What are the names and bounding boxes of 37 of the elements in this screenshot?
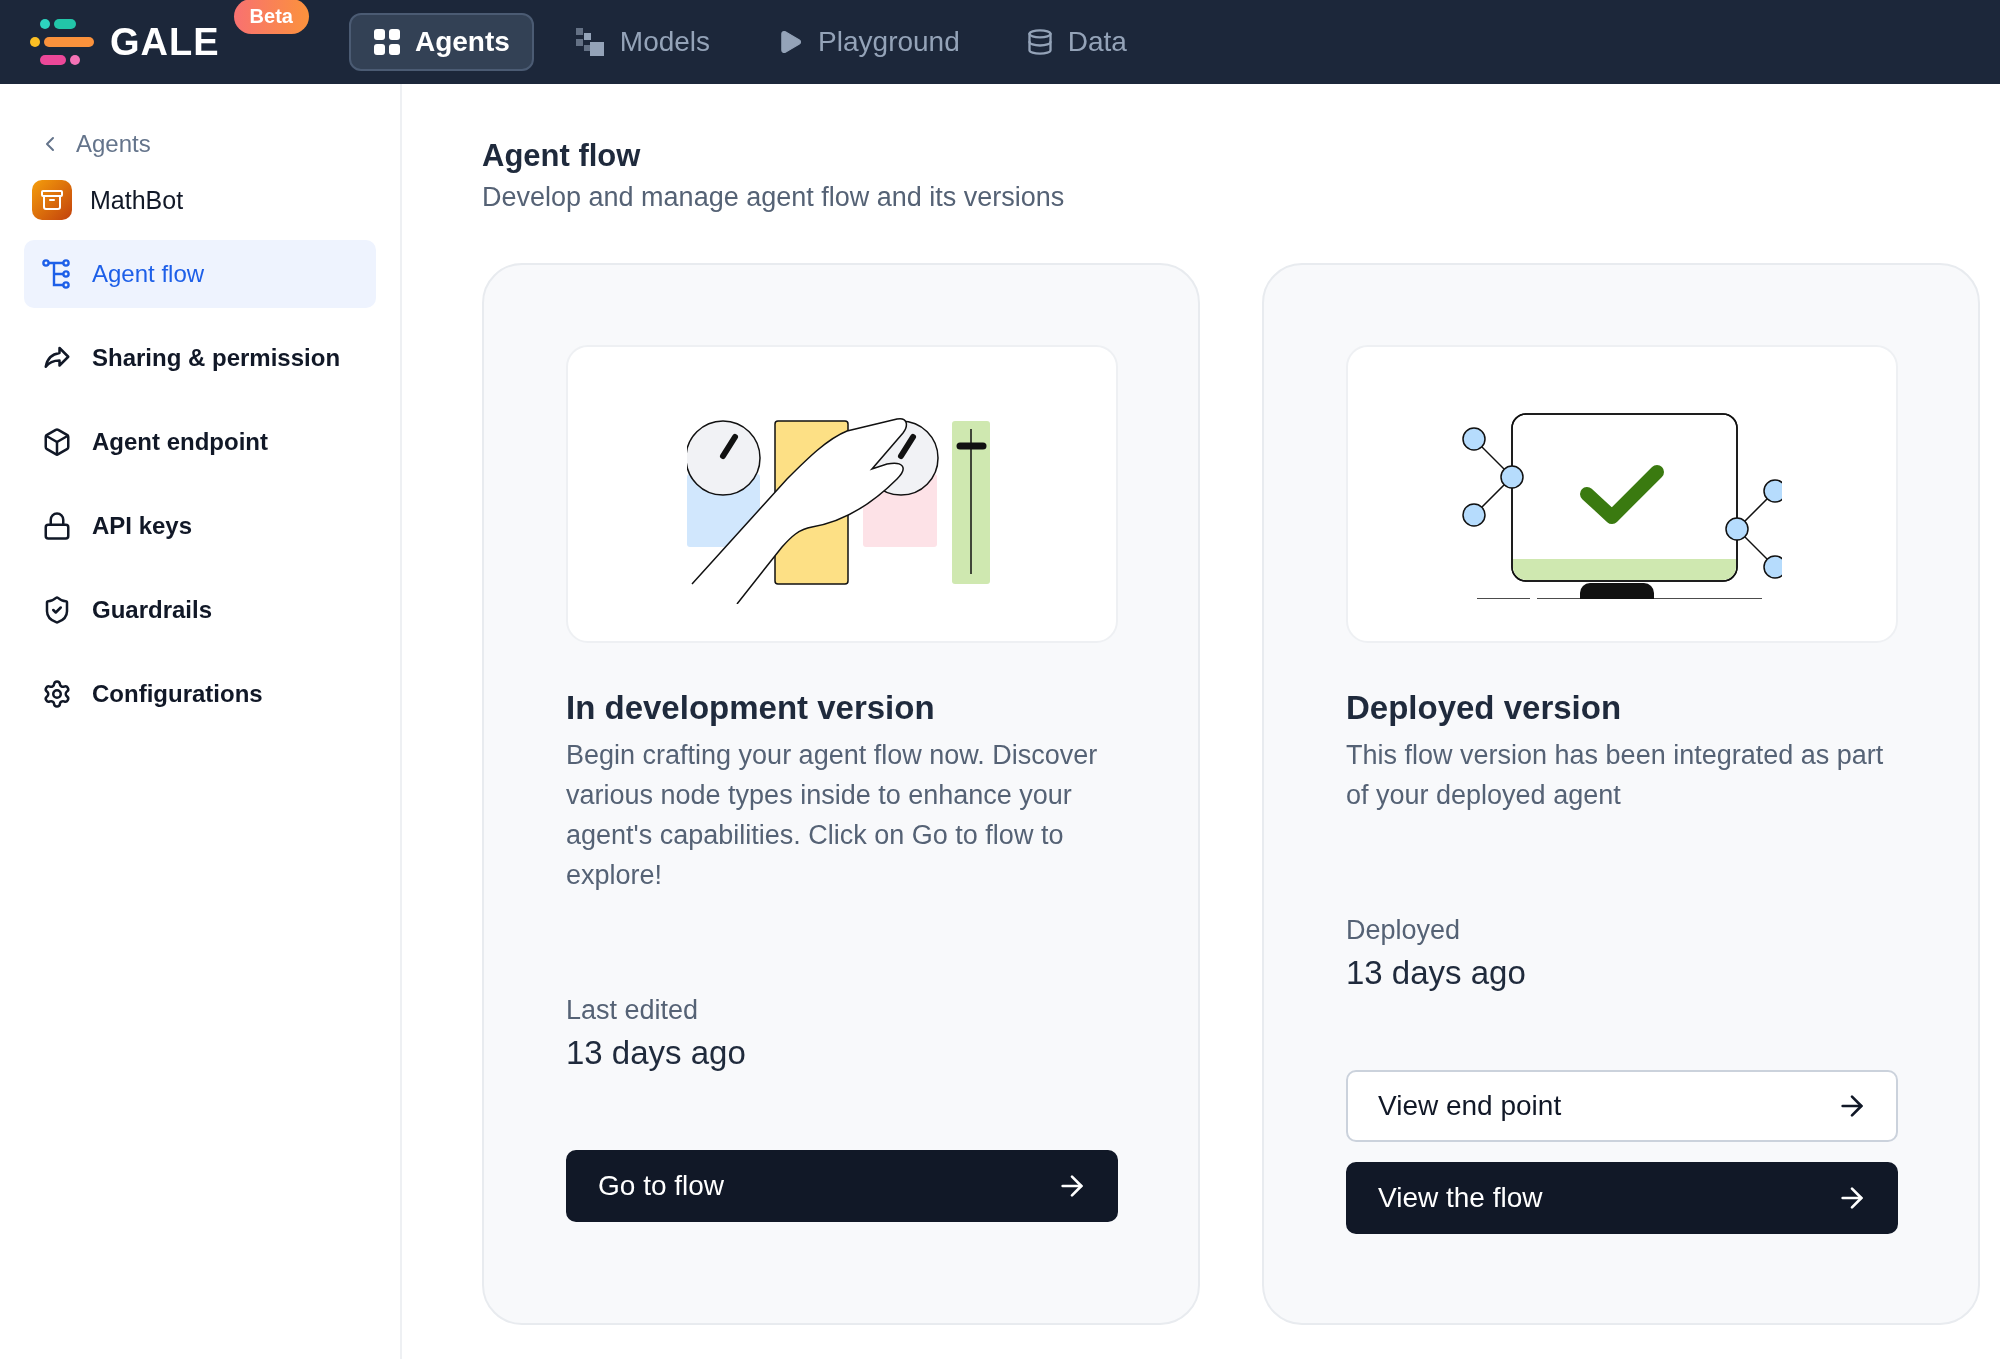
sidebar-item[interactable]: Guardrails xyxy=(24,576,376,644)
archive-icon xyxy=(32,180,72,220)
nav-tab[interactable]: Agents xyxy=(348,13,534,71)
page-title: Agent flow xyxy=(482,138,642,174)
logo-icon xyxy=(30,17,96,67)
tree-icon xyxy=(42,259,72,289)
sidebar-item[interactable]: Agent endpoint xyxy=(24,408,376,476)
back-link-label: Agents xyxy=(76,130,151,158)
meta-label: Deployed xyxy=(1346,915,1462,946)
meta-label: Last edited xyxy=(566,995,700,1026)
sidebar-item[interactable]: Sharing & permission xyxy=(24,324,376,392)
logo-text: GALE xyxy=(110,20,220,64)
lock-icon xyxy=(42,511,72,541)
sidebar-item[interactable]: Agent flow xyxy=(24,240,376,308)
card-description: This flow version has been integrated as part of your deployed agent xyxy=(1346,739,1885,812)
action-button[interactable]: View end point xyxy=(1346,1070,1898,1142)
page-subtitle: Develop and manage agent flow and its versions xyxy=(482,182,1066,213)
sidebar-item[interactable]: Configurations xyxy=(24,660,376,728)
card-description: Begin crafting your agent flow now. Discover various node types inside to enhance your agent's capabilities. Click on Go to flow to explore! xyxy=(566,739,1099,892)
meta-value: 13 days ago xyxy=(1346,954,1527,992)
action-button[interactable]: View the flow xyxy=(1346,1162,1898,1234)
nav-tab[interactable]: Data xyxy=(1001,13,1151,71)
card-title: In development version xyxy=(566,689,936,727)
nav-tab[interactable]: Playground xyxy=(752,13,984,71)
card-title: Deployed version xyxy=(1346,689,1623,727)
settings-icon xyxy=(42,679,72,709)
grid-icon xyxy=(372,28,401,56)
meta-value: 13 days ago xyxy=(566,1034,747,1072)
back-link[interactable]: Agents xyxy=(24,120,376,168)
blocks-icon xyxy=(575,28,606,56)
cube-icon xyxy=(42,427,72,457)
action-button[interactable]: Go to flow xyxy=(566,1150,1118,1222)
agent-name: MathBot xyxy=(90,185,184,215)
beta-badge: Beta xyxy=(233,0,309,34)
sidebar-item[interactable]: API keys xyxy=(24,492,376,560)
database-icon xyxy=(1025,28,1054,56)
nav-tab[interactable]: Models xyxy=(551,13,735,71)
